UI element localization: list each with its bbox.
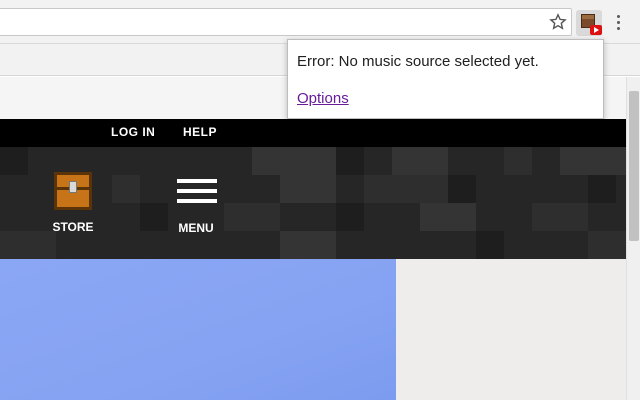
scrollbar[interactable]: [626, 77, 640, 400]
play-icon: [590, 25, 602, 35]
browser-toolbar: [0, 0, 640, 44]
hero-image: [0, 259, 396, 400]
site-nav: STORE MENU: [0, 147, 626, 259]
address-bar[interactable]: [0, 8, 572, 36]
site-topbar: LOG IN HELP: [0, 119, 626, 147]
hero-side-panel: [396, 259, 626, 400]
login-link[interactable]: LOG IN: [111, 125, 155, 139]
error-message: Error: No music source selected yet.: [297, 53, 539, 70]
chest-icon: [54, 172, 92, 210]
store-label: STORE: [52, 220, 94, 234]
more-vert-icon[interactable]: [612, 12, 624, 32]
help-link[interactable]: HELP: [183, 125, 217, 139]
store-button[interactable]: STORE: [46, 172, 100, 242]
extension-icon[interactable]: [576, 10, 602, 36]
menu-button[interactable]: MENU: [170, 177, 222, 239]
options-link[interactable]: Options: [297, 90, 349, 107]
menu-label: MENU: [178, 221, 214, 235]
scrollbar-thumb[interactable]: [629, 91, 639, 241]
star-icon[interactable]: [549, 13, 567, 31]
extension-popup: Error: No music source selected yet. Opt…: [287, 39, 604, 119]
